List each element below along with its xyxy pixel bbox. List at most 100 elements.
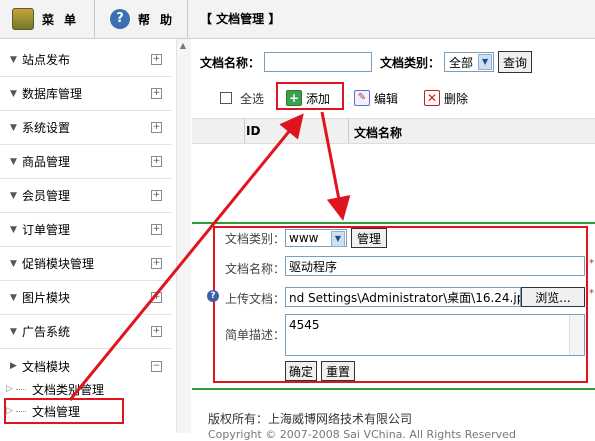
type-search-label: 文档类别： (380, 55, 441, 70)
form-desc-label: 简单描述： (225, 328, 286, 342)
sidebar-item-products[interactable]: ▼ 商品管理 + (0, 145, 172, 179)
sidebar-item-label: 图片模块 (22, 291, 71, 305)
type-search-select[interactable]: 全部 ▼ (444, 52, 495, 72)
sidebar-item-label: 会员管理 (22, 189, 71, 203)
select-all-checkbox[interactable] (220, 92, 232, 104)
form-upload-path-input[interactable]: nd Settings\Administrator\桌面\16.24.jpg】 (285, 287, 521, 307)
column-divider (348, 119, 349, 143)
expand-icon[interactable]: + (151, 258, 162, 269)
chevron-down-icon: ▼ (10, 326, 17, 337)
chevron-down-icon: ▼ (10, 88, 17, 99)
expand-icon[interactable]: + (151, 326, 162, 337)
sidebar-item-label: 数据库管理 (22, 87, 83, 101)
expand-icon[interactable]: + (151, 54, 162, 65)
help-icon: ? (110, 9, 130, 29)
section-divider (192, 222, 595, 224)
sidebar-item-label: 促销模块管理 (22, 257, 95, 271)
chevron-down-icon: ▼ (10, 190, 17, 201)
sidebar-item-database[interactable]: ▼ 数据库管理 + (0, 77, 172, 111)
table-header: ID 文档名称 (192, 118, 595, 144)
form-name-input[interactable]: 驱动程序 (285, 256, 585, 276)
sidebar-subitem-label: 文档类别管理 (32, 382, 105, 397)
sidebar-item-ads[interactable]: ▼ 广告系统 + (0, 315, 172, 349)
search-row: 文档名称： 文档类别： 全部 ▼ 查询 (200, 50, 533, 74)
delete-icon: ✕ (424, 90, 440, 106)
document-add-form: 文档类别： www ▼ 管理 文档名称： 驱动程序 ? 上传文档： nd Set… (207, 226, 588, 383)
chevron-down-icon: ▼ (10, 258, 17, 269)
tree-line (16, 388, 26, 390)
sidebar-item-label: 广告系统 (22, 325, 71, 339)
select-all-control[interactable]: 全选 (220, 86, 264, 110)
sidebar-item-label: 文档模块 (22, 359, 71, 374)
expand-icon[interactable]: + (151, 190, 162, 201)
column-header-name: 文档名称 (354, 126, 403, 140)
form-desc-textarea[interactable]: 4545 (285, 314, 585, 356)
edit-button[interactable]: ✎ 编辑 (354, 86, 398, 110)
form-type-label: 文档类别： (225, 232, 286, 246)
scroll-up-icon[interactable]: ▲ (178, 41, 188, 51)
browse-button[interactable]: 浏览... (521, 287, 585, 307)
sidebar-subitem-doc-categories[interactable]: ▷ 文档类别管理 (0, 378, 172, 400)
footer-copyright-en: Copyright © 2007-2008 Sai VChina. All Ri… (208, 428, 516, 441)
chevron-down-icon: ▼ (10, 224, 17, 235)
menu-icon (12, 8, 34, 30)
select-all-label: 全选 (240, 91, 265, 106)
chevron-down-icon: ▼ (331, 231, 345, 247)
sidebar-item-promotions[interactable]: ▼ 促销模块管理 + (0, 247, 172, 281)
sidebar-item-members[interactable]: ▼ 会员管理 + (0, 179, 172, 213)
edit-label: 编辑 (374, 91, 399, 106)
name-search-label: 文档名称： (200, 55, 261, 70)
menu-tab[interactable]: 菜单 (0, 0, 95, 38)
expand-icon[interactable]: + (151, 156, 162, 167)
sidebar-scrollbar[interactable] (176, 39, 191, 433)
manage-categories-button[interactable]: 管理 (351, 228, 387, 248)
query-button[interactable]: 查询 (498, 51, 533, 73)
sidebar-item-site-publish[interactable]: ▼ 站点发布 + (0, 43, 172, 77)
form-type-select[interactable]: www ▼ (285, 229, 347, 247)
required-mark: * (589, 288, 594, 299)
form-upload-label: 上传文档： (225, 292, 286, 306)
sidebar-item-system-settings[interactable]: ▼ 系统设置 + (0, 111, 172, 145)
form-type-value: www (289, 231, 319, 245)
chevron-down-icon: ▼ (478, 54, 493, 70)
chevron-down-icon: ▼ (10, 156, 17, 167)
form-desc-value: 4545 (289, 318, 320, 332)
edit-icon: ✎ (354, 90, 370, 106)
form-name-label: 文档名称： (225, 262, 286, 276)
column-divider (244, 119, 245, 143)
page-title: 【 文档管理 】 (200, 12, 281, 26)
sidebar-item-label: 订单管理 (22, 223, 71, 237)
menu-tab-label: 菜单 (42, 12, 87, 27)
annotation-box-add (276, 82, 344, 110)
expand-icon[interactable]: + (151, 88, 162, 99)
name-search-input[interactable] (264, 52, 373, 72)
textarea-scrollbar[interactable] (569, 315, 584, 355)
toolbar: 全选 + 添加 ✎ 编辑 ✕ 删除 (200, 86, 595, 110)
chevron-down-icon: ▼ (10, 54, 17, 65)
delete-button[interactable]: ✕ 删除 (424, 86, 468, 110)
footer-divider (192, 388, 595, 390)
confirm-button[interactable]: 确定 (285, 361, 317, 381)
chevron-down-icon: ▼ (10, 122, 17, 133)
reset-button[interactable]: 重置 (321, 361, 355, 381)
delete-label: 删除 (444, 91, 469, 106)
sidebar-item-orders[interactable]: ▼ 订单管理 + (0, 213, 172, 247)
required-mark: * (589, 258, 594, 269)
help-icon[interactable]: ? (207, 290, 219, 302)
column-header-id: ID (246, 124, 261, 138)
footer-copyright: 版权所有：上海威博网络技术有限公司 (208, 412, 413, 426)
expand-icon[interactable]: + (151, 122, 162, 133)
help-tab[interactable]: ? 帮助 (96, 0, 188, 38)
help-tab-label: 帮助 (138, 12, 183, 27)
sidebar-item-label: 商品管理 (22, 155, 71, 169)
chevron-right-icon: ▶ (10, 361, 17, 371)
collapse-icon[interactable]: − (151, 360, 162, 372)
type-search-value: 全部 (449, 55, 474, 70)
tree-node-icon: ▷ (6, 384, 13, 394)
sidebar-item-label: 站点发布 (22, 53, 71, 67)
sidebar-item-label: 系统设置 (22, 121, 71, 135)
expand-icon[interactable]: + (151, 292, 162, 303)
expand-icon[interactable]: + (151, 224, 162, 235)
sidebar-item-images[interactable]: ▼ 图片模块 + (0, 281, 172, 315)
annotation-box-doc-management (4, 398, 124, 424)
